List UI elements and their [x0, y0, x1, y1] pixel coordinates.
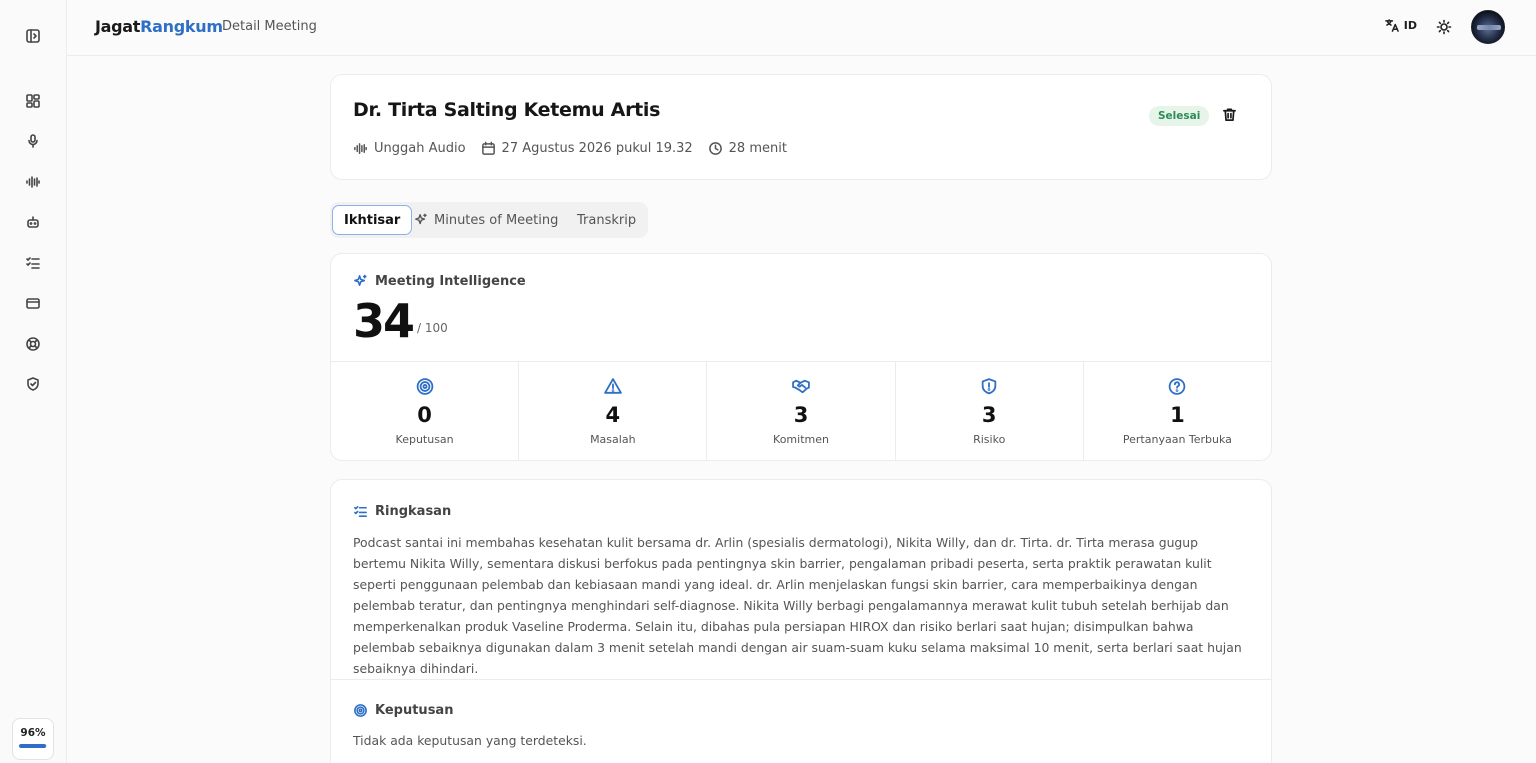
handshake-icon — [792, 377, 811, 396]
shield-alert-icon — [980, 377, 999, 396]
meeting-intelligence-heading: Meeting Intelligence — [353, 274, 526, 289]
stat-label: Pertanyaan Terbuka — [1122, 433, 1232, 446]
audio-wave-icon[interactable] — [24, 173, 42, 191]
status-badge: Selesai — [1149, 106, 1210, 126]
tab-transkrip[interactable]: Transkrip — [577, 205, 636, 235]
meeting-title: Dr. Tirta Salting Ketemu Artis — [353, 99, 661, 121]
stat-value: 4 — [605, 403, 621, 427]
usage-progress-label: 96% — [20, 727, 46, 739]
intelligence-score-max: / 100 — [417, 321, 448, 335]
warning-icon — [603, 377, 622, 396]
dashboard-icon[interactable] — [24, 92, 42, 110]
tab-transkrip-label: Transkrip — [577, 212, 637, 228]
translate-icon — [1384, 19, 1399, 32]
stat-pertanyaan-terbuka[interactable]: 1 Pertanyaan Terbuka — [1084, 362, 1271, 460]
meeting-duration-label: 28 menit — [728, 141, 787, 156]
language-label: ID — [1403, 19, 1417, 32]
audio-wave-icon — [354, 143, 367, 154]
intelligence-stats: 0 Keputusan 4 Masalah 3 Komitmen 3 Risik… — [331, 361, 1271, 460]
brand-logo[interactable]: JagatRangkum — [95, 17, 223, 36]
task-list-icon[interactable] — [24, 254, 42, 272]
language-switcher[interactable]: ID — [1384, 18, 1417, 33]
target-icon — [354, 704, 367, 717]
meeting-meta: Unggah Audio 27 Agustus 2026 pukul 19.32… — [353, 141, 802, 156]
task-list-icon — [354, 506, 367, 517]
sparkles-icon — [354, 274, 367, 287]
stat-masalah[interactable]: 4 Masalah — [519, 362, 708, 460]
usage-progress-fill — [19, 744, 46, 748]
tab-bar: Ikhtisar Minutes of Meeting Transkrip — [330, 202, 648, 238]
section-divider — [331, 679, 1271, 680]
sidebar-toggle-icon[interactable] — [24, 27, 42, 45]
meeting-source: Unggah Audio — [353, 141, 466, 156]
tab-minutes-label: Minutes of Meeting — [434, 212, 559, 228]
brand-name-part2: Rangkum — [140, 17, 223, 36]
credit-card-icon[interactable] — [24, 294, 42, 312]
stat-label: Komitmen — [773, 433, 829, 446]
meeting-date-label: 27 Agustus 2026 pukul 19.32 — [501, 141, 693, 156]
decisions-title: Keputusan — [375, 703, 454, 718]
stat-value: 3 — [793, 403, 809, 427]
meeting-intelligence-card: Meeting Intelligence 34 / 100 0 Keputusa… — [330, 253, 1272, 461]
stat-risiko[interactable]: 3 Risiko — [896, 362, 1084, 460]
target-icon — [415, 377, 434, 396]
stat-value: 3 — [981, 403, 997, 427]
calendar-icon — [481, 141, 495, 155]
meeting-date: 27 Agustus 2026 pukul 19.32 — [481, 141, 693, 156]
question-icon — [1168, 377, 1187, 396]
usage-progress[interactable]: 96% — [12, 718, 54, 760]
stat-value: 1 — [1170, 403, 1185, 427]
stat-value: 0 — [417, 403, 432, 427]
user-avatar[interactable] — [1471, 10, 1505, 44]
stat-label: Masalah — [590, 433, 636, 446]
summary-text: Podcast santai ini membahas kesehatan ku… — [353, 535, 1242, 676]
stat-label: Risiko — [973, 433, 1006, 446]
shield-check-icon[interactable] — [24, 375, 42, 393]
decisions-heading: Keputusan — [353, 703, 453, 718]
meeting-duration: 28 menit — [708, 141, 787, 156]
summary-heading: Ringkasan — [353, 504, 451, 519]
sparkles-icon — [415, 213, 427, 225]
stat-label: Keputusan — [395, 433, 454, 446]
decisions-empty-text: Tidak ada keputusan yang terdeteksi. — [353, 733, 587, 748]
usage-progress-track — [19, 744, 47, 748]
sidebar: 96% — [0, 0, 67, 763]
summary-title: Ringkasan — [375, 504, 452, 519]
brand-name-part1: Jagat — [95, 17, 141, 36]
microphone-icon[interactable] — [24, 132, 42, 150]
meeting-intelligence-title: Meeting Intelligence — [375, 274, 526, 289]
delete-icon[interactable] — [1222, 107, 1238, 123]
bot-icon[interactable] — [24, 213, 42, 231]
intelligence-score: 34 — [353, 294, 415, 348]
breadcrumb: Detail Meeting — [222, 19, 317, 34]
stat-komitmen[interactable]: 3 Komitmen — [707, 362, 896, 460]
top-header: JagatRangkum Detail Meeting ID — [67, 0, 1536, 56]
tab-ikhtisar-label: Ikhtisar — [344, 212, 401, 228]
tab-ikhtisar[interactable]: Ikhtisar — [332, 205, 413, 235]
tab-minutes-of-meeting[interactable]: Minutes of Meeting — [414, 205, 558, 235]
stat-keputusan[interactable]: 0 Keputusan — [331, 362, 520, 460]
meeting-header-card: Dr. Tirta Salting Ketemu Artis Unggah Au… — [330, 74, 1272, 180]
theme-toggle-icon[interactable] — [1436, 19, 1454, 37]
help-lifebuoy-icon[interactable] — [24, 335, 42, 353]
clock-icon — [708, 142, 722, 155]
meeting-source-label: Unggah Audio — [374, 141, 466, 156]
summary-card: Ringkasan Podcast santai ini membahas ke… — [330, 479, 1272, 763]
